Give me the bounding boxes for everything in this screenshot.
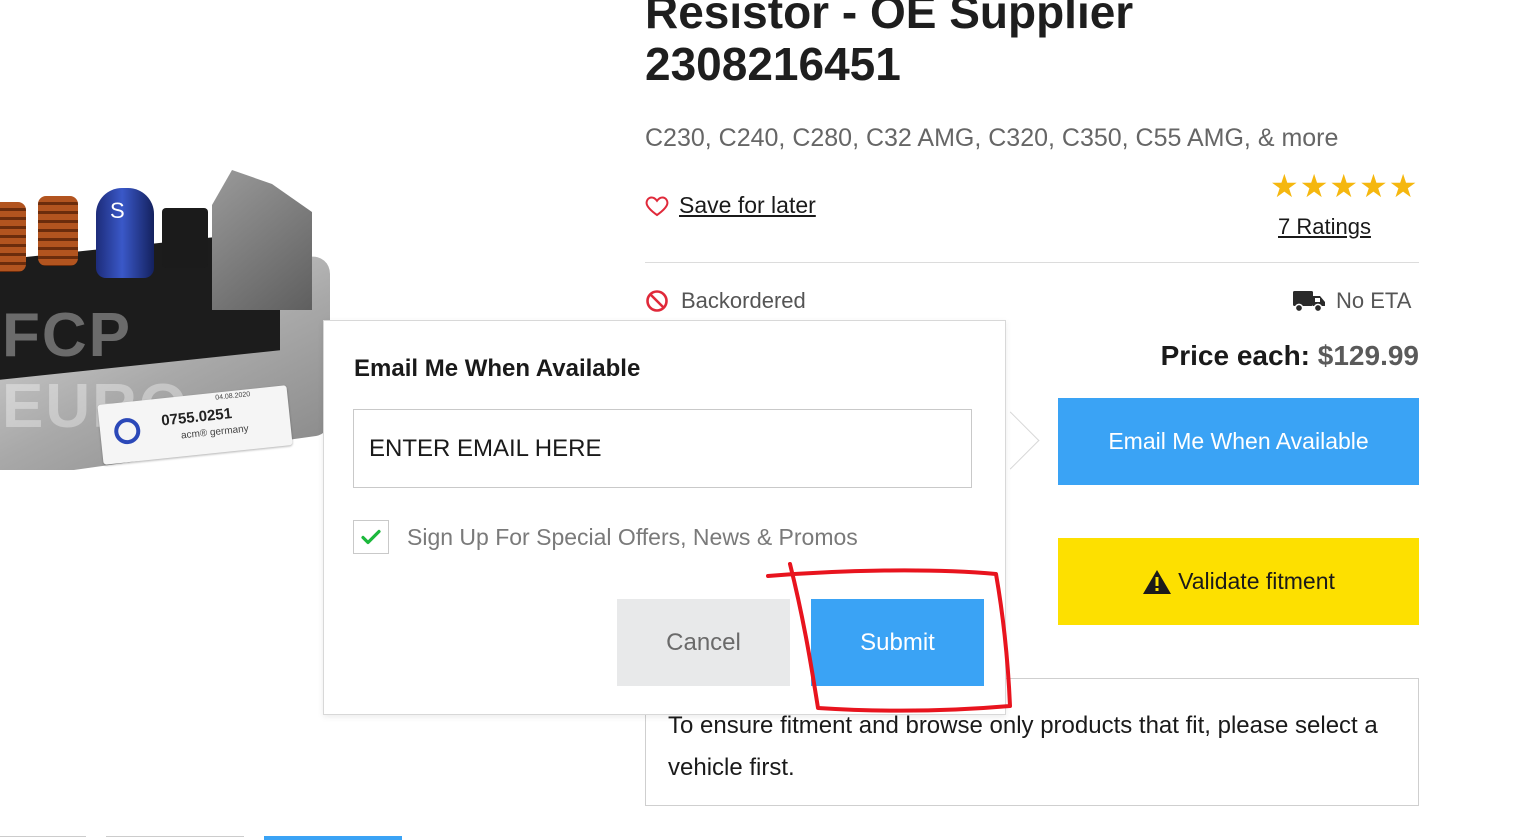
connector bbox=[162, 208, 208, 268]
price-each: Price each: $129.99 bbox=[1100, 340, 1419, 372]
email-me-button[interactable]: Email Me When Available bbox=[1058, 398, 1419, 485]
coil-right bbox=[38, 196, 78, 266]
price-value: $129.99 bbox=[1317, 340, 1419, 371]
validate-fitment-label: Validate fitment bbox=[1178, 568, 1335, 594]
ban-icon bbox=[646, 290, 668, 312]
heart-icon bbox=[645, 195, 669, 216]
star-icon: ★ bbox=[1270, 168, 1299, 204]
submit-button[interactable]: Submit bbox=[811, 599, 984, 686]
check-icon bbox=[361, 529, 381, 545]
star-icon: ★ bbox=[1299, 168, 1329, 204]
save-for-later-link[interactable]: Save for later bbox=[645, 192, 816, 219]
star-icon: ★ bbox=[1329, 168, 1359, 204]
divider bbox=[645, 262, 1419, 263]
ratings-link[interactable]: 7 Ratings bbox=[1278, 214, 1371, 240]
email-popover: Email Me When Available Sign Up For Spec… bbox=[323, 320, 1006, 715]
validate-fitment-button[interactable]: Validate fitment bbox=[1058, 538, 1419, 625]
popover-title: Email Me When Available bbox=[354, 355, 641, 382]
eta-status: No ETA bbox=[1292, 288, 1411, 314]
save-for-later-label: Save for later bbox=[679, 192, 816, 218]
acm-logo-icon bbox=[112, 416, 142, 446]
email-input[interactable] bbox=[353, 409, 972, 488]
bracket bbox=[212, 170, 312, 310]
signup-checkbox[interactable] bbox=[353, 520, 389, 554]
tab-1[interactable] bbox=[0, 836, 86, 840]
stock-status: Backordered bbox=[645, 288, 806, 314]
star-icon: ★ bbox=[1359, 168, 1388, 204]
product-title-line2: 2308216451 bbox=[645, 38, 901, 90]
product-title: Resistor - OE Supplier 2308216451 bbox=[645, 0, 1133, 90]
compatible-models: C230, C240, C280, C32 AMG, C320, C350, C… bbox=[645, 124, 1339, 152]
star-icon: ★ bbox=[1388, 168, 1418, 204]
truck-icon bbox=[1293, 291, 1325, 313]
cancel-button[interactable]: Cancel bbox=[617, 599, 790, 686]
capacitor: S bbox=[96, 188, 154, 278]
eta-label: No ETA bbox=[1336, 288, 1412, 313]
tab-3-active[interactable] bbox=[264, 836, 402, 840]
product-title-line1: Resistor - OE Supplier bbox=[645, 0, 1134, 38]
tab-2[interactable] bbox=[106, 836, 244, 840]
rating-stars[interactable]: ★ ★ ★ ★ ★ bbox=[1270, 170, 1417, 202]
price-label: Price each: bbox=[1160, 340, 1310, 371]
stock-status-label: Backordered bbox=[681, 288, 806, 313]
product-image[interactable]: S FCP EURO 04.08.2020 0755.0251 acm® ger… bbox=[0, 150, 330, 470]
signup-label[interactable]: Sign Up For Special Offers, News & Promo… bbox=[407, 524, 858, 551]
coil-left bbox=[0, 202, 26, 272]
sticker-date: 04.08.2020 bbox=[214, 391, 251, 402]
bottom-tabs bbox=[0, 836, 420, 840]
warning-icon bbox=[1143, 569, 1172, 594]
